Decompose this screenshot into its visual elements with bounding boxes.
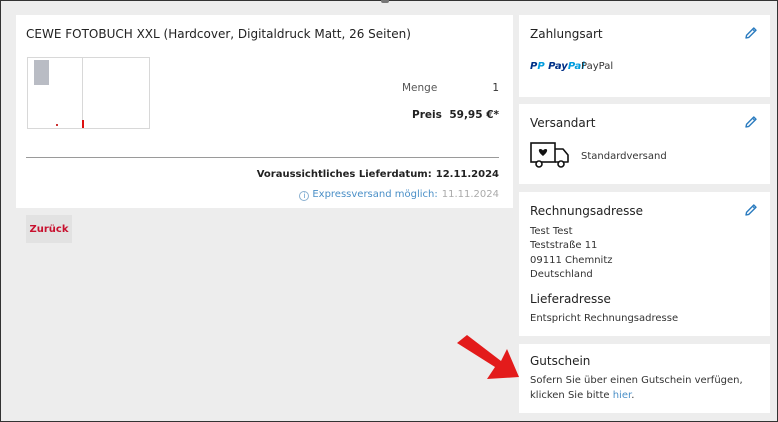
header-fragment — [381, 0, 389, 3]
thumbnail-photo — [34, 60, 49, 85]
delivery-address-text: Entspricht Rechnungsadresse — [530, 313, 679, 324]
voucher-card: Gutschein Sofern Sie über einen Gutschei… — [519, 344, 770, 413]
thumbnail-marker — [56, 124, 58, 126]
price-label: Preis — [412, 109, 442, 121]
pencil-icon[interactable] — [744, 115, 758, 129]
billing-name: Test Test — [530, 226, 573, 237]
thumbnail-spine — [82, 58, 83, 128]
payment-method: PayPal — [581, 61, 614, 72]
address-card: Rechnungsadresse Test Test Teststraße 11… — [519, 192, 770, 336]
voucher-description: Sofern Sie über einen Gutschein verfügen… — [530, 375, 743, 401]
shipping-method: Standardversand — [581, 151, 667, 162]
billing-city: 09111 Chemnitz — [530, 254, 613, 266]
product-card: CEWE FOTOBUCH XXL (Hardcover, Digitaldru… — [16, 15, 513, 208]
back-button[interactable]: Zurück — [26, 215, 72, 243]
express-shipping-date: 11.11.2024 — [441, 189, 499, 200]
thumbnail-marker — [82, 120, 84, 128]
voucher-text: Sofern Sie über einen Gutschein verfügen… — [530, 374, 762, 403]
pencil-icon[interactable] — [744, 203, 758, 217]
divider — [26, 157, 499, 158]
express-shipping-link[interactable]: Expressversand möglich: — [312, 189, 437, 200]
product-title: CEWE FOTOBUCH XXL (Hardcover, Digitaldru… — [26, 27, 411, 41]
voucher-link[interactable]: hier — [613, 390, 631, 401]
express-shipping-row[interactable]: i Expressversand möglich: 11.11.2024 — [299, 189, 499, 201]
annotation-arrow-icon — [457, 335, 519, 379]
paypal-logo: PP PayPal — [530, 61, 585, 72]
price-value: 59,95 €* — [449, 109, 499, 121]
info-icon: i — [299, 191, 310, 201]
billing-country: Deutschland — [530, 268, 593, 280]
billing-street: Teststraße 11 — [530, 240, 598, 252]
delivery-date-label: Voraussichtliches Lieferdatum: — [256, 169, 432, 180]
shipping-title: Versandart — [530, 116, 596, 130]
payment-title: Zahlungsart — [530, 27, 603, 41]
product-thumbnail — [27, 57, 150, 129]
voucher-title: Gutschein — [530, 354, 591, 368]
delivery-date-row: Voraussichtliches Lieferdatum: 12.11.2024 — [257, 169, 499, 180]
pencil-icon[interactable] — [744, 26, 758, 40]
payment-card: Zahlungsart PP PayPal PayPal — [519, 15, 770, 97]
truck-icon — [530, 142, 569, 168]
quantity-value: 1 — [492, 82, 499, 94]
shipping-card: Versandart Standardversand — [519, 104, 770, 184]
voucher-suffix: . — [631, 389, 635, 401]
billing-title: Rechnungsadresse — [530, 204, 643, 218]
delivery-date-value: 12.11.2024 — [435, 169, 499, 180]
delivery-address-title: Lieferadresse — [530, 292, 611, 306]
quantity-label: Menge — [402, 82, 438, 94]
billing-address: Test Test Teststraße 11 09111 Chemnitz D… — [530, 225, 613, 282]
